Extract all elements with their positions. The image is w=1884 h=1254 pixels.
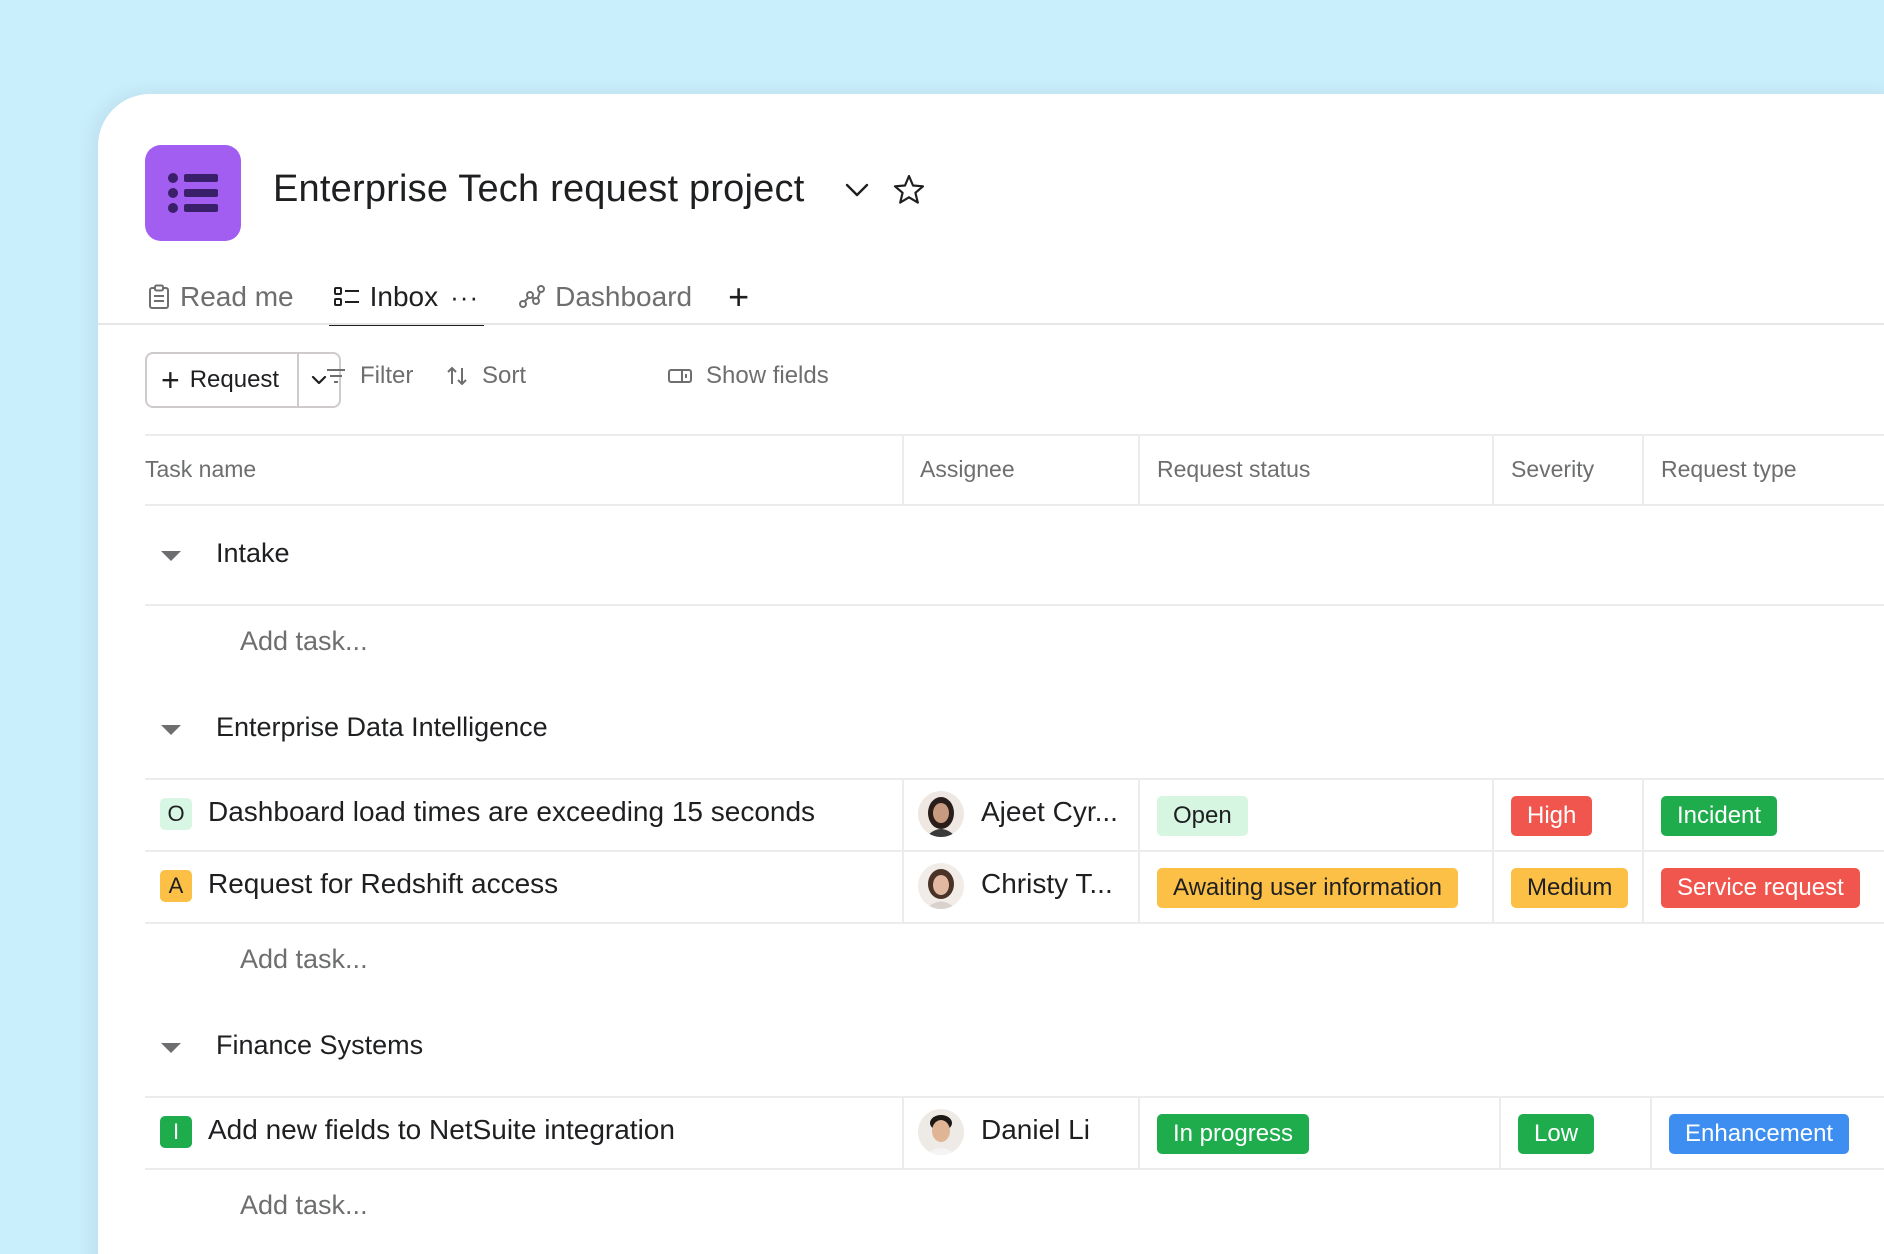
status-badge[interactable]: In progress <box>1157 1114 1310 1154</box>
tab-dashboard[interactable]: Dashboard <box>519 272 692 322</box>
header-bottom-border <box>145 504 1884 506</box>
request-button[interactable]: + Request <box>147 354 300 406</box>
column-divider <box>902 434 904 504</box>
column-divider <box>1492 434 1494 504</box>
request-type-label: Service request <box>1677 874 1844 901</box>
column-divider <box>902 778 904 922</box>
filter-button[interactable]: Filter <box>326 362 413 390</box>
request-type-label: Incident <box>1677 802 1762 829</box>
task-avatar-letter: O <box>160 798 192 830</box>
section-title-edi[interactable]: Enterprise Data Intelligence <box>216 712 548 743</box>
tab-label: Inbox <box>369 281 439 312</box>
project-tabs: Read me Inbox ··· Dashboard + <box>148 272 789 326</box>
sort-label: Sort <box>482 362 527 389</box>
sort-icon <box>447 366 467 386</box>
status-label: In progress <box>1173 1120 1294 1147</box>
plus-icon: + <box>161 362 180 398</box>
filter-label: Filter <box>360 362 414 389</box>
request-split-button: + Request <box>145 352 341 408</box>
list-view-icon <box>333 287 359 306</box>
task-name[interactable]: Request for Redshift access <box>208 868 558 900</box>
star-icon[interactable] <box>891 172 927 208</box>
severity-label: High <box>1527 802 1577 829</box>
tab-label: Dashboard <box>555 281 693 312</box>
task-avatar-letter: I <box>160 1116 192 1148</box>
request-type-label: Enhancement <box>1685 1120 1834 1147</box>
column-header-request-status[interactable]: Request status <box>1157 456 1310 483</box>
column-header-severity[interactable]: Severity <box>1511 456 1594 483</box>
row-border <box>145 850 1884 852</box>
request-type-badge[interactable]: Incident <box>1661 796 1778 836</box>
severity-badge[interactable]: High <box>1511 796 1593 836</box>
column-header-request-type[interactable]: Request type <box>1661 456 1797 483</box>
chevron-down-icon[interactable] <box>841 174 873 206</box>
tabs-divider <box>98 323 1884 325</box>
task-letter: O <box>167 801 185 826</box>
project-window: Enterprise Tech request project Read me … <box>98 94 1884 1254</box>
column-divider <box>1138 1096 1140 1168</box>
tab-read-me[interactable]: Read me <box>148 272 294 322</box>
assignee-name: Christy T... <box>981 868 1113 899</box>
collapse-section-intake-icon[interactable] <box>161 551 181 561</box>
collapse-section-finance-icon[interactable] <box>161 1043 181 1053</box>
avatar[interactable] <box>918 1109 964 1155</box>
filter-icon <box>327 369 345 383</box>
request-type-badge[interactable]: Service request <box>1661 868 1860 908</box>
status-badge[interactable]: Open <box>1157 796 1248 836</box>
column-header-assignee[interactable]: Assignee <box>920 456 1015 483</box>
status-label: Open <box>1173 802 1232 829</box>
column-divider <box>1650 1096 1652 1168</box>
assignee-name: Daniel Li <box>981 1114 1090 1145</box>
add-task-finance[interactable]: Add task... <box>240 1190 368 1221</box>
severity-badge[interactable]: Medium <box>1511 868 1629 908</box>
tab-inbox[interactable]: Inbox ··· <box>328 272 485 326</box>
column-divider <box>1492 778 1494 922</box>
clipboard-icon <box>149 284 169 309</box>
column-divider <box>1499 1096 1501 1168</box>
sort-button[interactable]: Sort <box>446 362 526 390</box>
task-name[interactable]: Add new fields to NetSuite integration <box>208 1114 675 1146</box>
fields-icon <box>668 369 692 383</box>
task-letter: I <box>172 1119 180 1144</box>
project-list-icon[interactable] <box>145 145 241 241</box>
column-divider <box>1642 778 1644 922</box>
column-divider <box>1138 778 1140 922</box>
task-name[interactable]: Dashboard load times are exceeding 15 se… <box>208 796 815 828</box>
section-title-finance[interactable]: Finance Systems <box>216 1030 423 1061</box>
task-letter: A <box>168 873 184 898</box>
more-options-icon[interactable]: ··· <box>450 282 479 313</box>
severity-label: Low <box>1534 1120 1579 1147</box>
severity-label: Medium <box>1527 874 1613 901</box>
column-divider <box>1642 434 1644 504</box>
collapse-section-edi-icon[interactable] <box>161 725 181 735</box>
request-type-badge[interactable]: Enhancement <box>1669 1114 1850 1154</box>
row-border <box>145 1096 1884 1098</box>
task-avatar-letter: A <box>160 870 192 902</box>
column-divider <box>1138 434 1140 504</box>
add-task-edi[interactable]: Add task... <box>240 944 368 975</box>
avatar[interactable] <box>918 791 964 837</box>
column-divider <box>902 1096 904 1168</box>
row-border <box>145 778 1884 780</box>
page-title: Enterprise Tech request project <box>273 168 805 210</box>
request-button-label: Request <box>189 366 280 393</box>
assignee-name: Ajeet Cyr... <box>981 796 1118 827</box>
row-border <box>145 922 1884 924</box>
table-top-border <box>145 434 1884 436</box>
show-fields-label: Show fields <box>706 362 829 389</box>
column-header-task-name[interactable]: Task name <box>145 456 256 483</box>
add-tab-button[interactable]: + <box>728 272 749 322</box>
dashboard-icon <box>519 285 546 308</box>
plus-icon: + <box>728 276 750 317</box>
severity-badge[interactable]: Low <box>1518 1114 1595 1154</box>
row-border <box>145 1168 1884 1170</box>
avatar[interactable] <box>918 863 964 909</box>
tab-label: Read me <box>180 281 294 312</box>
show-fields-button[interactable]: Show fields <box>668 362 829 390</box>
add-task-intake[interactable]: Add task... <box>240 626 368 657</box>
row-border <box>145 604 1884 606</box>
status-badge[interactable]: Awaiting user information <box>1157 868 1459 908</box>
status-label: Awaiting user information <box>1173 874 1443 901</box>
section-title-intake[interactable]: Intake <box>216 538 290 569</box>
